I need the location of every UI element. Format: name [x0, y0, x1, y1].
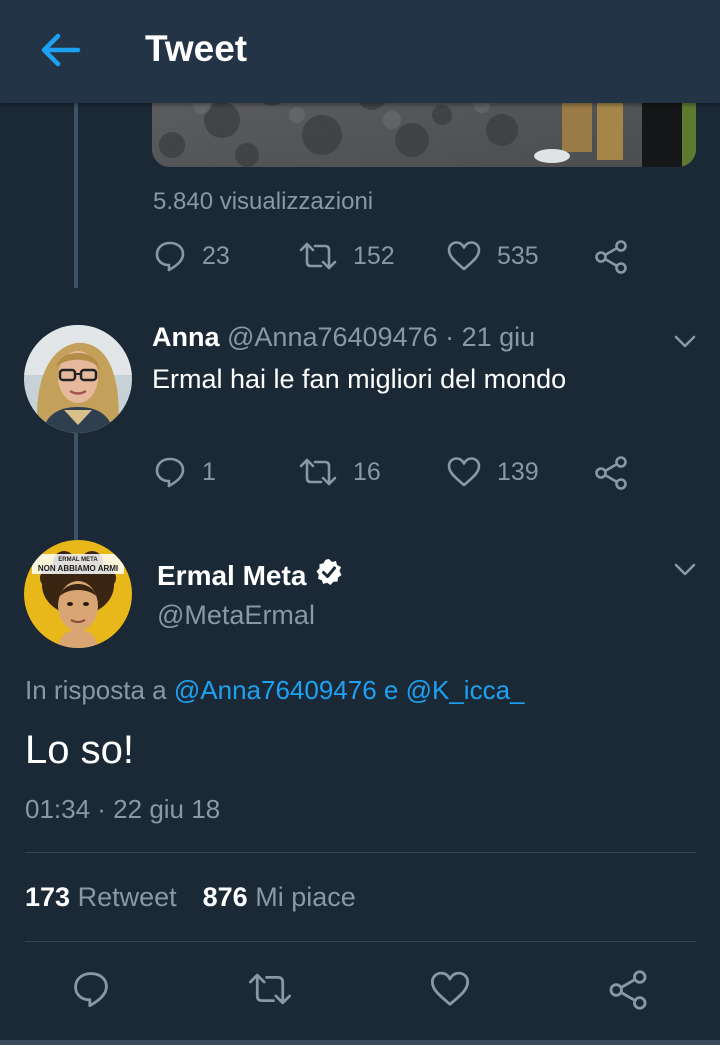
share-icon [608, 970, 648, 1010]
user-handle[interactable]: @MetaErmal [157, 600, 315, 631]
like-count: 535 [497, 241, 539, 270]
chevron-down-icon[interactable] [672, 556, 698, 587]
retweet-icon [299, 240, 337, 272]
back-arrow-icon[interactable] [38, 28, 82, 72]
retweet-count: 152 [353, 241, 395, 270]
reply-count: 23 [202, 241, 230, 270]
likes-stat[interactable]: 876 Mi piace [203, 882, 356, 912]
reply-count: 1 [202, 457, 216, 486]
reply-button[interactable] [72, 970, 110, 1008]
mention-link[interactable]: @Anna76409476 [174, 675, 377, 705]
share-action[interactable] [594, 456, 628, 490]
avatar[interactable]: ERMAL META NON ABBIAMO ARMI [24, 540, 132, 648]
heart-icon [447, 456, 481, 488]
retweets-stat[interactable]: 173 Retweet [25, 882, 177, 912]
like-count: 139 [497, 457, 539, 486]
app-bar: Tweet [0, 0, 720, 103]
like-total: 876 [202, 882, 248, 912]
reply-icon [154, 456, 186, 488]
divider [25, 941, 696, 942]
like-label: Mi piace [255, 882, 356, 912]
tweet-actions: 1 16 139 [0, 456, 720, 496]
page-title: Tweet [145, 28, 248, 69]
retweet-icon [299, 456, 337, 488]
tweet-actions: 23 152 535 [0, 240, 720, 280]
user-name[interactable]: Anna [152, 322, 220, 352]
retweet-icon [248, 970, 292, 1008]
tweet-text: Ermal hai le fan migliori del mondo [152, 364, 567, 394]
verified-badge-icon [315, 558, 343, 593]
share-action[interactable] [594, 240, 628, 274]
retweet-total: 173 [25, 882, 71, 912]
user-name-row: Ermal Meta [157, 558, 343, 593]
heart-icon [430, 970, 470, 1008]
chevron-down-icon[interactable] [672, 328, 698, 359]
like-button[interactable] [430, 970, 470, 1008]
avatar-caption-bottom: NON ABBIAMO ARMI [38, 564, 118, 573]
tweet-date: · 21 giu [445, 322, 536, 352]
in-reply-to: In risposta a @Anna76409476 e @K_icca_ [25, 675, 525, 706]
avatar[interactable] [24, 325, 132, 433]
user-name[interactable]: Ermal Meta [157, 560, 306, 592]
reply-action[interactable]: 1 [154, 456, 216, 488]
share-button[interactable] [608, 970, 648, 1010]
reply-action[interactable]: 23 [154, 240, 230, 272]
avatar-caption-top: ERMAL META [58, 557, 98, 563]
tweet-timestamp: 01:34 · 22 giu 18 [25, 794, 221, 824]
retweet-action[interactable]: 152 [299, 240, 395, 272]
divider [25, 852, 696, 853]
reply-icon [72, 970, 110, 1008]
mention-link[interactable]: @K_icca_ [406, 675, 525, 705]
retweet-count: 16 [353, 457, 381, 486]
bottom-edge [0, 1040, 720, 1045]
retweet-action[interactable]: 16 [299, 456, 381, 488]
reply-conjunction: e [383, 675, 399, 705]
like-action[interactable]: 535 [447, 240, 539, 272]
main-tweet-actions [0, 970, 720, 1012]
like-action[interactable]: 139 [447, 456, 539, 488]
share-icon [594, 456, 628, 490]
retweet-label: Retweet [77, 882, 177, 912]
in-reply-prefix: In risposta a [25, 675, 167, 705]
view-count: 5.840 visualizzazioni [153, 188, 374, 215]
retweet-button[interactable] [248, 970, 292, 1008]
engagement-stats: 173 Retweet 876 Mi piace [25, 882, 356, 913]
user-handle[interactable]: @Anna76409476 [227, 322, 438, 352]
tweet-text: Lo so! [25, 728, 134, 772]
tweet-header: Anna @Anna76409476 · 21 giu [152, 322, 535, 353]
share-icon [594, 240, 628, 274]
reply-icon [154, 240, 186, 272]
heart-icon [447, 240, 481, 272]
